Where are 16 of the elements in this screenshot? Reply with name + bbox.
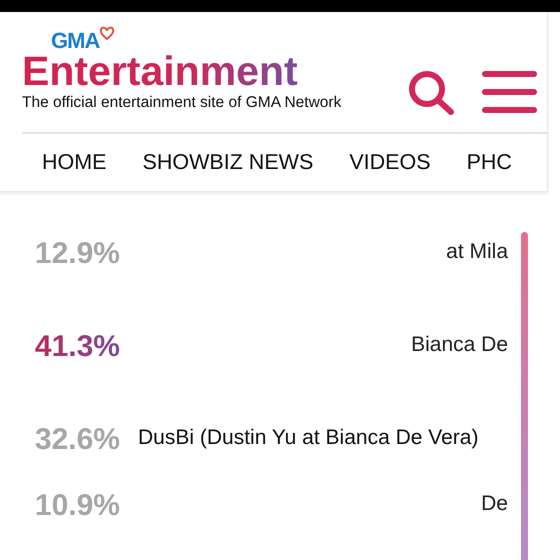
candidate-name: DusBi (Dustin Yu at Bianca De Vera) [138,425,480,451]
scrollbar[interactable] [521,232,528,560]
percent-value: 10.9% [34,488,120,524]
search-icon[interactable] [408,70,456,115]
nav-link[interactable]: SHOWBIZ NEWS [142,150,314,175]
nav-link[interactable]: HOME [42,150,106,175]
menu-icon[interactable] [482,70,537,114]
candidate-name: De [480,491,508,517]
nav-link[interactable]: PHC [466,150,512,175]
heart-icon [99,26,116,40]
site-tagline: The official entertainment site of GMA Network [22,94,342,112]
percent-value: 12.9% [34,236,120,272]
percent-value: 32.6% [34,422,120,458]
nav-link[interactable]: VIDEOS [349,150,431,175]
candidate-name: Bianca De [410,332,508,358]
candidate-name: at Mila [445,239,508,265]
